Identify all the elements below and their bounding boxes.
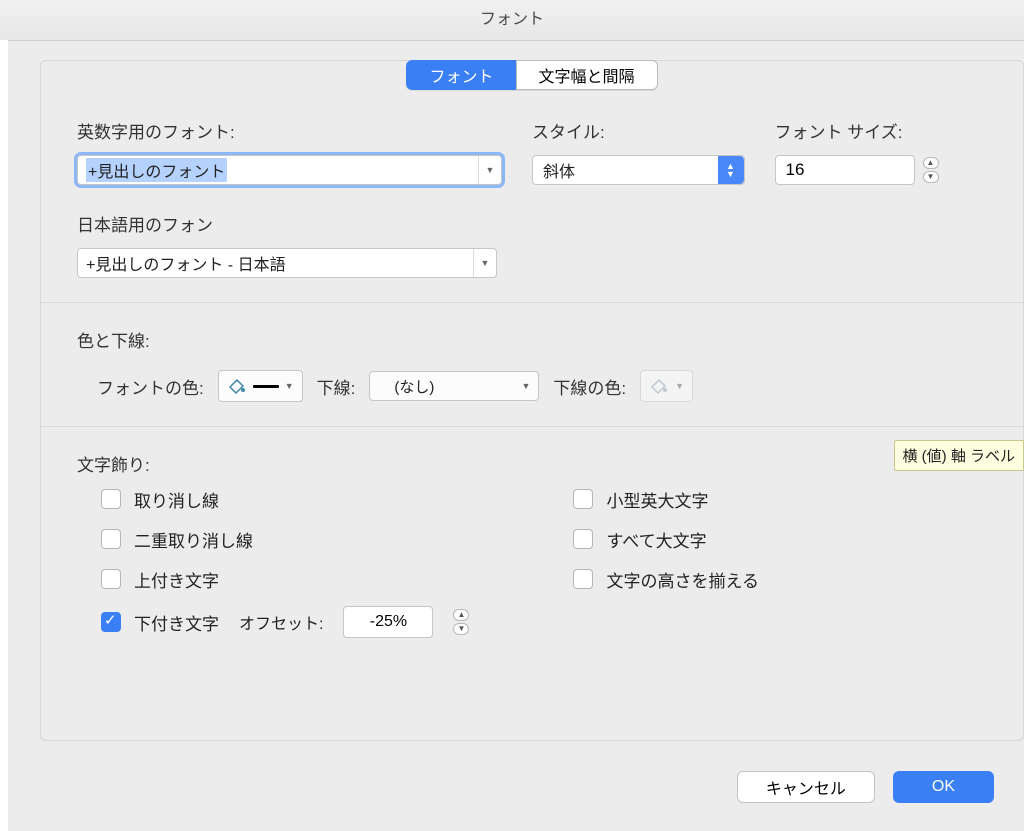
color-underline-heading: 色と下線: xyxy=(77,327,987,352)
chk-smallcaps-input[interactable] xyxy=(573,489,593,509)
chk-smallcaps-label: 小型英大文字 xyxy=(606,487,708,512)
chevron-down-icon: ▼ xyxy=(675,381,684,391)
tab-font[interactable]: フォント xyxy=(406,60,516,90)
font-color-label: フォントの色: xyxy=(97,374,204,399)
chk-equalize[interactable]: 文字の高さを揃える xyxy=(569,566,759,592)
chk-strike-input[interactable] xyxy=(101,489,121,509)
size-label: フォント サイズ: xyxy=(775,118,988,143)
ok-button[interactable]: OK xyxy=(893,771,994,803)
chk-strike-label: 取り消し線 xyxy=(134,487,219,512)
chk-equalize-label: 文字の高さを揃える xyxy=(606,567,759,592)
chk-super[interactable]: 上付き文字 xyxy=(97,566,469,592)
chk-dstrike-label: 二重取り消し線 xyxy=(134,527,253,552)
offset-step-down[interactable]: ▼ xyxy=(453,623,469,635)
chevron-down-icon: ▼ xyxy=(521,381,530,391)
style-value: 斜体 xyxy=(543,158,575,182)
latin-font-value: +見出しのフォント xyxy=(86,158,227,182)
chk-sub[interactable]: 下付き文字 xyxy=(97,609,219,635)
tab-spacing[interactable]: 文字幅と間隔 xyxy=(516,60,658,90)
paint-bucket-icon xyxy=(227,378,247,394)
size-stepper[interactable]: ▲ ▼ xyxy=(923,157,939,183)
underline-select[interactable]: (なし) ▼ xyxy=(369,371,539,401)
style-select[interactable]: 斜体 ▲▼ xyxy=(532,155,745,185)
chk-strike[interactable]: 取り消し線 xyxy=(97,486,469,512)
paint-bucket-icon xyxy=(649,378,669,394)
chk-sub-input[interactable] xyxy=(101,612,121,632)
underline-label: 下線: xyxy=(317,374,356,399)
size-step-down[interactable]: ▼ xyxy=(923,171,939,183)
color-swatch xyxy=(253,385,279,388)
chevron-down-icon: ▼ xyxy=(478,156,501,184)
offset-label: オフセット: xyxy=(239,610,323,634)
chk-dstrike[interactable]: 二重取り消し線 xyxy=(97,526,469,552)
chk-sub-label: 下付き文字 xyxy=(134,610,219,635)
effects-heading: 文字飾り: xyxy=(77,451,987,476)
japanese-font-combobox[interactable]: +見出しのフォント - 日本語 ▼ xyxy=(77,248,497,278)
underline-color-picker: ▼ xyxy=(640,370,693,402)
cancel-button[interactable]: キャンセル xyxy=(737,771,875,803)
separator xyxy=(41,302,1023,303)
tab-group: フォント 文字幅と間隔 xyxy=(406,60,657,90)
chk-super-label: 上付き文字 xyxy=(134,567,219,592)
chk-allcaps-input[interactable] xyxy=(573,529,593,549)
chk-smallcaps[interactable]: 小型英大文字 xyxy=(569,486,759,512)
chk-equalize-input[interactable] xyxy=(573,569,593,589)
chk-dstrike-input[interactable] xyxy=(101,529,121,549)
updown-icon: ▲▼ xyxy=(718,156,744,184)
underline-color-label: 下線の色: xyxy=(553,374,626,399)
size-input[interactable] xyxy=(775,155,915,185)
japanese-font-value: +見出しのフォント - 日本語 xyxy=(86,251,286,275)
latin-font-combobox[interactable]: +見出しのフォント ▼ xyxy=(77,155,502,185)
separator xyxy=(41,426,1023,427)
offset-step-up[interactable]: ▲ xyxy=(453,609,469,621)
font-color-picker[interactable]: ▼ xyxy=(218,370,303,402)
chevron-down-icon: ▼ xyxy=(285,381,294,391)
underline-value: (なし) xyxy=(394,376,434,397)
chevron-down-icon: ▼ xyxy=(473,249,496,277)
font-panel: フォント 文字幅と間隔 英数字用のフォント: +見出しのフォント ▼ スタイル:… xyxy=(40,60,1024,741)
size-step-up[interactable]: ▲ xyxy=(923,157,939,169)
chk-super-input[interactable] xyxy=(101,569,121,589)
style-label: スタイル: xyxy=(532,118,745,143)
chk-allcaps[interactable]: すべて大文字 xyxy=(569,526,759,552)
offset-input[interactable] xyxy=(343,606,433,638)
left-edge xyxy=(0,40,8,831)
window-title: フォント xyxy=(0,0,1024,41)
tooltip-axis-label: 横 (値) 軸 ラベル xyxy=(894,440,1024,471)
chk-allcaps-label: すべて大文字 xyxy=(606,527,706,552)
latin-font-label: 英数字用のフォント: xyxy=(77,118,502,143)
japanese-font-label: 日本語用のフォン xyxy=(77,211,497,236)
offset-stepper[interactable]: ▲ ▼ xyxy=(453,609,469,635)
